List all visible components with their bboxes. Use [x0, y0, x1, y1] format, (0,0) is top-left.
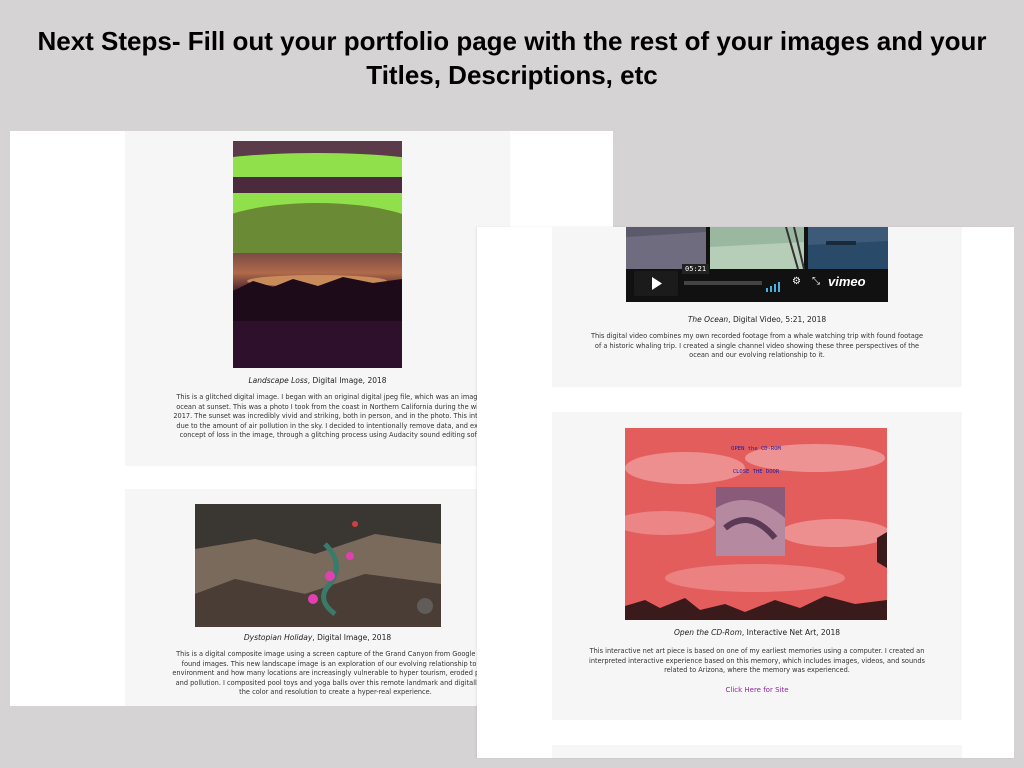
desc-line: related to Arizona, where the memory was… [664, 666, 850, 675]
desc-line: found images. This new landscape image i… [181, 659, 490, 668]
open-the-cd-rom-title: Open the CD-Rom [673, 628, 742, 637]
click-here-for-site-link[interactable]: Click Here for Site [552, 686, 962, 694]
desc-line: This is a digital composite image using … [176, 650, 495, 658]
desc-line: interpreted interactive experience based… [589, 656, 925, 665]
desc-line: the color and resolution to create a hyp… [239, 688, 432, 697]
landscape-loss-image[interactable] [233, 141, 402, 368]
portfolio-card-next [552, 745, 962, 758]
settings-gear-icon[interactable]: ⚙ [792, 277, 801, 287]
open-the-cd-rom-description: This interactive net art piece is based … [552, 647, 962, 676]
landscape-loss-meta: , Digital Image, 2018 [307, 376, 387, 385]
dystopian-holiday-description: This is a digital composite image using … [143, 650, 528, 698]
video-progress-bar[interactable] [684, 281, 762, 285]
landscape-loss-title: Landscape Loss [248, 376, 308, 385]
the-ocean-title: The Ocean [687, 315, 729, 324]
portfolio-card-landscape-loss: Landscape Loss, Digital Image, 2018 This… [125, 131, 510, 466]
open-cd-rom-link[interactable]: OPEN the CD-ROM [625, 446, 887, 452]
slide-title: Next Steps- Fill out your portfolio page… [37, 26, 987, 90]
open-the-cd-rom-image[interactable]: OPEN the CD-ROM CLOSE THE DOOR [625, 428, 887, 620]
the-ocean-description: This digital video combines my own recor… [552, 332, 962, 361]
video-time-label: 05:21 [682, 264, 710, 274]
desc-line: due to the amount of air pollution in th… [176, 421, 495, 430]
desc-line: 2017. The sunset was incredibly vivid an… [173, 412, 498, 421]
the-ocean-video-player[interactable]: 05:21 ⚙ ⤡ vimeo [626, 227, 888, 302]
desc-line: of a historic whaling trip. I created a … [594, 341, 920, 350]
portfolio-card-the-ocean: 05:21 ⚙ ⤡ vimeo The Ocean, Digital Video… [552, 227, 962, 387]
desc-line: This is a glitched digital image. I bega… [176, 393, 495, 401]
close-door-link[interactable]: CLOSE THE DOOR [625, 469, 887, 475]
desc-line: and pollution. I composited pool toys an… [175, 678, 496, 687]
dystopian-holiday-meta: , Digital Image, 2018 [312, 633, 392, 642]
open-the-cd-rom-caption: Open the CD-Rom, Interactive Net Art, 20… [552, 628, 962, 637]
vimeo-logo[interactable]: vimeo [828, 274, 866, 289]
portfolio-card-open-the-cd-rom: OPEN the CD-ROM CLOSE THE DOOR Open the … [552, 412, 962, 720]
right-portfolio-screenshot: 05:21 ⚙ ⤡ vimeo The Ocean, Digital Video… [477, 227, 1014, 758]
open-the-cd-rom-meta: , Interactive Net Art, 2018 [741, 628, 841, 637]
desc-line: environment and how many locations are i… [172, 669, 499, 678]
volume-icon[interactable] [766, 279, 786, 297]
play-button[interactable] [634, 271, 678, 296]
landscape-loss-description: This is a glitched digital image. I bega… [143, 393, 528, 441]
the-ocean-meta: , Digital Video, 5:21, 2018 [728, 315, 827, 324]
the-ocean-caption: The Ocean, Digital Video, 5:21, 2018 [552, 315, 962, 324]
play-icon [652, 277, 662, 290]
desc-line: ocean and our evolving relationship to i… [689, 351, 825, 360]
desc-line: This digital video combines my own recor… [590, 332, 924, 340]
dystopian-holiday-image[interactable] [195, 504, 441, 627]
fullscreen-icon[interactable]: ⤡ [812, 277, 820, 287]
desc-line: This interactive net art piece is based … [589, 647, 925, 655]
desc-line: ocean at sunset. This was a photo I took… [176, 402, 495, 411]
dystopian-holiday-caption: Dystopian Holiday, Digital Image, 2018 [125, 633, 510, 642]
dystopian-holiday-title: Dystopian Holiday [243, 633, 313, 642]
portfolio-card-dystopian-holiday: Dystopian Holiday, Digital Image, 2018 T… [125, 489, 510, 706]
landscape-loss-caption: Landscape Loss, Digital Image, 2018 [125, 376, 510, 385]
desc-line: concept of loss in the image, through a … [179, 431, 492, 440]
